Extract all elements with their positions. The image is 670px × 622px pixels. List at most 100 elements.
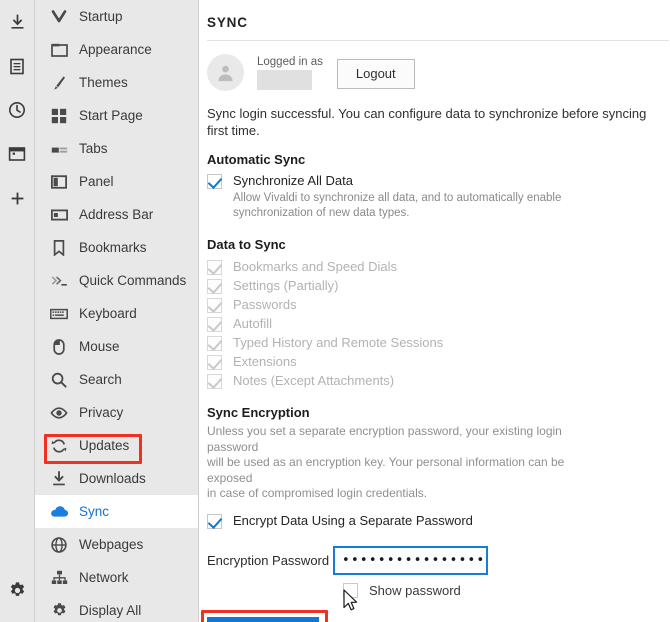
brush-icon xyxy=(49,73,69,93)
network-tree-icon xyxy=(49,568,69,588)
sync-desc-line1: Allow Vivaldi to synchronize all data, a… xyxy=(233,192,562,204)
sidebar-item-bookmarks[interactable]: Bookmarks xyxy=(35,231,198,264)
automatic-sync-heading: Automatic Sync xyxy=(207,152,306,167)
sidebar-item-label: Appearance xyxy=(79,42,152,57)
sidebar-item-label: Mouse xyxy=(79,339,120,354)
synchronize-all-data-checkbox[interactable] xyxy=(207,174,222,189)
sync-encryption-heading: Sync Encryption xyxy=(207,405,310,420)
sidebar-item-appearance[interactable]: Appearance xyxy=(35,33,198,66)
sync-settings-panel: SYNC Logged in as Logout Sync login succ… xyxy=(199,0,670,622)
refresh-icon xyxy=(49,436,69,456)
sync-desc-line2: synchronization of new data types. xyxy=(233,207,410,219)
list-item-label: Settings (Partially) xyxy=(233,278,339,293)
sidebar-item-label: Address Bar xyxy=(79,207,154,222)
sidebar-item-label: Display All xyxy=(79,603,142,618)
sidebar-item-label: Tabs xyxy=(79,141,108,156)
synchronize-all-data-description: Allow Vivaldi to synchronize all data, a… xyxy=(233,191,603,221)
chevrons-prompt-icon xyxy=(49,271,69,291)
sidebar-item-panel[interactable]: Panel xyxy=(35,165,198,198)
page-title: SYNC xyxy=(207,15,248,30)
encryption-password-row: Encryption Password •••••••••••••••• xyxy=(207,545,670,575)
encryption-password-label: Encryption Password xyxy=(207,552,330,568)
downloads-icon[interactable] xyxy=(0,0,35,44)
sync-status-line2: first time. xyxy=(207,123,260,138)
show-password-checkbox[interactable] xyxy=(343,582,358,598)
download-arrow-icon xyxy=(49,469,69,489)
sidebar-item-address-bar[interactable]: Address Bar xyxy=(35,198,198,231)
sidebar-item-label: Start Page xyxy=(79,108,143,123)
sidebar-item-label: Bookmarks xyxy=(79,240,147,255)
window-panel-icon[interactable] xyxy=(0,132,35,176)
gear-icon xyxy=(49,601,69,621)
list-item-label: Extensions xyxy=(233,354,297,369)
mouse-icon xyxy=(49,337,69,357)
address-bar-icon xyxy=(49,205,69,225)
list-item: Autofill xyxy=(207,316,670,332)
passwords-checkbox xyxy=(207,298,222,313)
sidebar-item-network[interactable]: Network xyxy=(35,561,198,594)
sidebar-item-label: Quick Commands xyxy=(79,273,187,288)
encryption-password-input[interactable]: •••••••••••••••• xyxy=(333,545,488,575)
sidebar-item-display-all[interactable]: Display All xyxy=(35,594,198,622)
autofill-checkbox xyxy=(207,317,222,332)
sidebar-item-start-page[interactable]: Start Page xyxy=(35,99,198,132)
sidebar-item-downloads[interactable]: Downloads xyxy=(35,462,198,495)
history-icon[interactable] xyxy=(0,88,35,132)
panel-icon xyxy=(49,172,69,192)
notes-checkbox xyxy=(207,374,222,389)
account-info: Logged in as xyxy=(257,54,323,90)
show-password-row[interactable]: Show password xyxy=(343,582,670,598)
sync-status-message: Sync login successful. You can configure… xyxy=(207,105,653,139)
vivaldi-v-icon xyxy=(49,7,69,27)
settings-gear-icon[interactable] xyxy=(0,568,35,612)
sidebar-item-startup[interactable]: Startup xyxy=(35,0,198,33)
logged-in-label: Logged in as xyxy=(257,56,323,68)
settings-nav-sidebar[interactable]: Startup Appearance Themes Start Page Tab xyxy=(35,0,199,622)
notes-icon[interactable] xyxy=(0,44,35,88)
sidebar-item-sync[interactable]: Sync xyxy=(35,495,198,528)
account-row: Logged in as Logout xyxy=(207,54,670,91)
username-redacted xyxy=(257,70,312,90)
sidebar-item-label: Sync xyxy=(79,504,110,519)
sidebar-item-mouse[interactable]: Mouse xyxy=(35,330,198,363)
sidebar-item-label: Themes xyxy=(79,75,128,90)
synchronize-all-data-row[interactable]: Synchronize All Data xyxy=(207,173,670,189)
sidebar-item-keyboard[interactable]: Keyboard xyxy=(35,297,198,330)
synchronize-all-data-label: Synchronize All Data xyxy=(233,173,353,188)
sidebar-item-label: Network xyxy=(79,570,129,585)
enc-desc-line2: will be used as an encryption key. Your … xyxy=(207,455,565,485)
sidebar-item-updates[interactable]: Updates xyxy=(35,429,198,462)
extensions-checkbox xyxy=(207,355,222,370)
encrypt-separate-password-row[interactable]: Encrypt Data Using a Separate Password xyxy=(207,513,670,529)
start-syncing-wrap: Start Syncing xyxy=(201,609,328,622)
sync-encryption-description: Unless you set a separate encryption pas… xyxy=(207,424,607,502)
start-syncing-button[interactable]: Start Syncing xyxy=(207,616,319,622)
sidebar-item-search[interactable]: Search xyxy=(35,363,198,396)
grid-squares-icon xyxy=(49,106,69,126)
sidebar-item-privacy[interactable]: Privacy xyxy=(35,396,198,429)
list-item-label: Bookmarks and Speed Dials xyxy=(233,259,398,274)
settings-window: Startup Appearance Themes Start Page Tab xyxy=(0,0,670,622)
left-icon-rail xyxy=(0,0,35,622)
list-item: Settings (Partially) xyxy=(207,278,670,294)
encrypt-separate-password-label: Encrypt Data Using a Separate Password xyxy=(233,512,473,528)
sidebar-item-themes[interactable]: Themes xyxy=(35,66,198,99)
encrypt-separate-password-checkbox[interactable] xyxy=(207,513,222,529)
sidebar-item-label: Panel xyxy=(79,174,114,189)
data-to-sync-list: Bookmarks and Speed Dials Settings (Part… xyxy=(207,259,670,389)
list-item-label: Autofill xyxy=(233,316,273,331)
sidebar-item-label: Keyboard xyxy=(79,306,137,321)
list-item: Notes (Except Attachments) xyxy=(207,373,670,389)
sidebar-item-webpages[interactable]: Webpages xyxy=(35,528,198,561)
list-item: Extensions xyxy=(207,354,670,370)
sidebar-item-label: Updates xyxy=(79,438,130,453)
title-divider xyxy=(207,40,669,41)
sidebar-item-quick-commands[interactable]: Quick Commands xyxy=(35,264,198,297)
sidebar-item-label: Search xyxy=(79,372,122,387)
list-item-label: Passwords xyxy=(233,297,297,312)
keyboard-icon xyxy=(49,304,69,324)
sidebar-item-tabs[interactable]: Tabs xyxy=(35,132,198,165)
logout-button[interactable]: Logout xyxy=(336,59,415,89)
magnifier-icon xyxy=(49,370,69,390)
add-panel-icon[interactable] xyxy=(0,176,35,220)
